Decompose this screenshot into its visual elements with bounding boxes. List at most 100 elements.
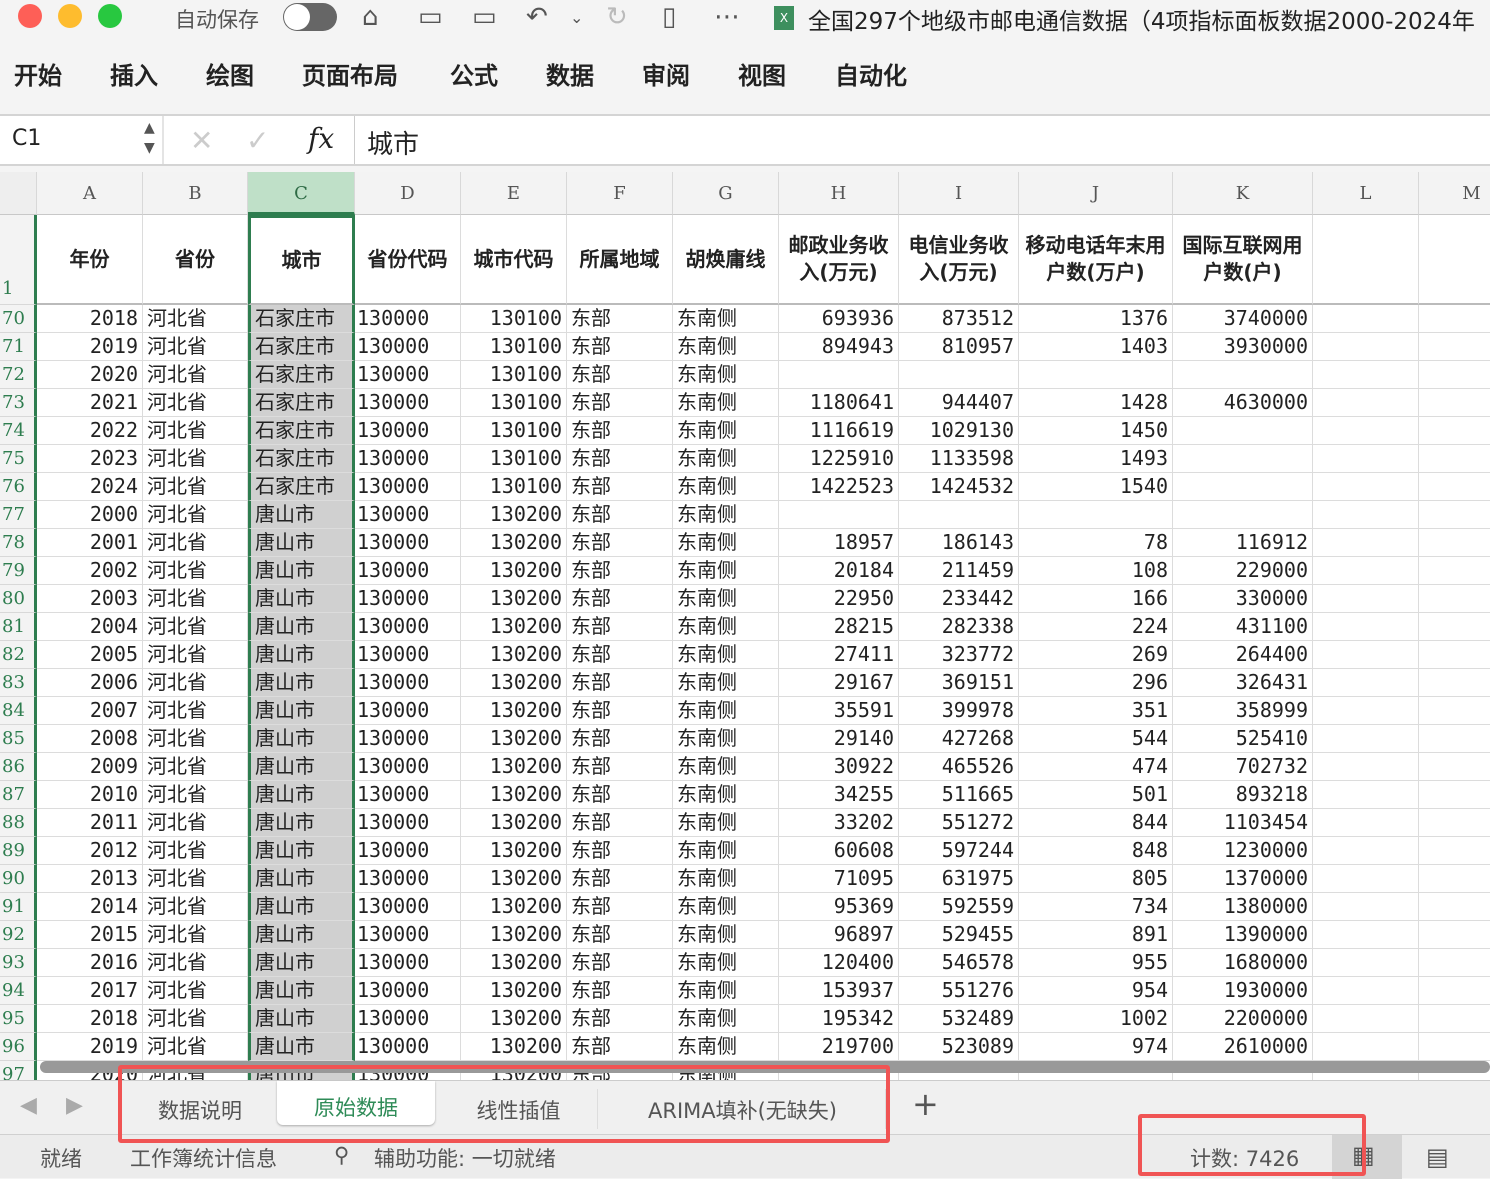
confirm-icon[interactable]: ✓ [246, 124, 269, 157]
cell-J[interactable]: 474 [1019, 753, 1173, 781]
cell-F[interactable]: 东部 [567, 697, 673, 725]
cell-A[interactable]: 2023 [37, 445, 143, 473]
cell-C[interactable]: 唐山市 [248, 725, 355, 753]
cell-B[interactable]: 河北省 [143, 977, 248, 1005]
empty-cell[interactable] [1313, 613, 1419, 641]
cell-H[interactable]: 96897 [779, 921, 899, 949]
empty-cell[interactable] [1419, 949, 1490, 977]
cell-J[interactable]: 1403 [1019, 333, 1173, 361]
cell-K[interactable]: 1370000 [1173, 865, 1313, 893]
empty-cell[interactable] [1313, 697, 1419, 725]
empty-cell[interactable] [1419, 977, 1490, 1005]
cell-F[interactable]: 东部 [567, 837, 673, 865]
cell-F[interactable]: 东部 [567, 865, 673, 893]
cell-F[interactable]: 东部 [567, 557, 673, 585]
cell-A[interactable]: 2024 [37, 473, 143, 501]
ribbon-tab-data[interactable]: 数据 [546, 56, 594, 91]
cell-G[interactable]: 东南侧 [673, 697, 779, 725]
empty-cell[interactable] [1419, 473, 1490, 501]
cell-J[interactable]: 351 [1019, 697, 1173, 725]
cell-F[interactable]: 东部 [567, 781, 673, 809]
cell-A[interactable]: 2009 [37, 753, 143, 781]
cell-B[interactable]: 河北省 [143, 445, 248, 473]
cell-G[interactable]: 东南侧 [673, 389, 779, 417]
minimize-window-button[interactable] [58, 4, 82, 28]
cell-D[interactable]: 130000 [355, 669, 461, 697]
cell-I[interactable]: 546578 [899, 949, 1019, 977]
cell-B[interactable]: 河北省 [143, 417, 248, 445]
cell-J[interactable]: 166 [1019, 585, 1173, 613]
cell-D[interactable]: 130000 [355, 501, 461, 529]
cell-H[interactable]: 1225910 [779, 445, 899, 473]
cell-I[interactable]: 631975 [899, 865, 1019, 893]
empty-cell[interactable] [1419, 529, 1490, 557]
cell-H[interactable]: 22950 [779, 585, 899, 613]
cell-D[interactable]: 130000 [355, 977, 461, 1005]
cell-B[interactable]: 河北省 [143, 697, 248, 725]
cell-F[interactable]: 东部 [567, 641, 673, 669]
row-header[interactable]: 70 [0, 305, 37, 333]
row-header[interactable]: 95 [0, 1005, 37, 1033]
cell-D[interactable]: 130000 [355, 585, 461, 613]
cell-A[interactable]: 2014 [37, 893, 143, 921]
cell-J[interactable]: 544 [1019, 725, 1173, 753]
autosave-toggle[interactable] [283, 3, 337, 31]
cell-J[interactable]: 501 [1019, 781, 1173, 809]
cell-H[interactable]: 33202 [779, 809, 899, 837]
cell-D[interactable]: 130000 [355, 445, 461, 473]
cell-K[interactable]: 229000 [1173, 557, 1313, 585]
cell-E[interactable]: 130200 [461, 725, 567, 753]
cell-B[interactable]: 河北省 [143, 613, 248, 641]
cell-I[interactable]: 551276 [899, 977, 1019, 1005]
column-header-E[interactable]: E [461, 172, 567, 215]
cell-H[interactable]: 1422523 [779, 473, 899, 501]
cell-H[interactable]: 693936 [779, 305, 899, 333]
cell-D[interactable]: 130000 [355, 753, 461, 781]
cell-A[interactable]: 2012 [37, 837, 143, 865]
cell-B[interactable]: 河北省 [143, 809, 248, 837]
cell-I[interactable]: 186143 [899, 529, 1019, 557]
cell-E[interactable]: 130200 [461, 977, 567, 1005]
cell-F[interactable]: 东部 [567, 333, 673, 361]
cell-I[interactable]: 523089 [899, 1033, 1019, 1061]
select-all-corner[interactable] [0, 172, 37, 215]
cell-J[interactable]: 1376 [1019, 305, 1173, 333]
row-header[interactable]: 72 [0, 361, 37, 389]
cell-E[interactable]: 130200 [461, 669, 567, 697]
cell-E[interactable]: 130200 [461, 1033, 567, 1061]
cell-F[interactable]: 东部 [567, 725, 673, 753]
cell-A[interactable]: 2002 [37, 557, 143, 585]
cell-J[interactable] [1019, 361, 1173, 389]
row-header[interactable]: 75 [0, 445, 37, 473]
cell-J[interactable]: 954 [1019, 977, 1173, 1005]
empty-cell[interactable] [1313, 305, 1419, 333]
cell-I[interactable]: 511665 [899, 781, 1019, 809]
column-header-A[interactable]: A [37, 172, 143, 215]
empty-cell[interactable] [1313, 501, 1419, 529]
empty-cell[interactable] [1313, 557, 1419, 585]
cell-F[interactable]: 东部 [567, 613, 673, 641]
header-cell-B[interactable]: 省份 [143, 215, 248, 305]
cell-C[interactable]: 唐山市 [248, 893, 355, 921]
cell-G[interactable]: 东南侧 [673, 893, 779, 921]
cell-G[interactable]: 东南侧 [673, 781, 779, 809]
cell-J[interactable]: 1493 [1019, 445, 1173, 473]
cell-G[interactable]: 东南侧 [673, 1005, 779, 1033]
cell-I[interactable]: 233442 [899, 585, 1019, 613]
cell-B[interactable]: 河北省 [143, 753, 248, 781]
row-header[interactable]: 90 [0, 865, 37, 893]
cell-B[interactable]: 河北省 [143, 333, 248, 361]
cell-K[interactable]: 330000 [1173, 585, 1313, 613]
cell-K[interactable]: 3930000 [1173, 333, 1313, 361]
cell-A[interactable]: 2018 [37, 305, 143, 333]
new-document-icon[interactable]: ▯ [662, 2, 676, 32]
cell-G[interactable]: 东南侧 [673, 921, 779, 949]
cell-F[interactable]: 东部 [567, 1005, 673, 1033]
row-header[interactable]: 87 [0, 781, 37, 809]
cell-J[interactable]: 1540 [1019, 473, 1173, 501]
row-header[interactable]: 96 [0, 1033, 37, 1061]
column-header-F[interactable]: F [567, 172, 673, 215]
cell-H[interactable]: 34255 [779, 781, 899, 809]
cell-K[interactable] [1173, 445, 1313, 473]
cell-K[interactable]: 4630000 [1173, 389, 1313, 417]
